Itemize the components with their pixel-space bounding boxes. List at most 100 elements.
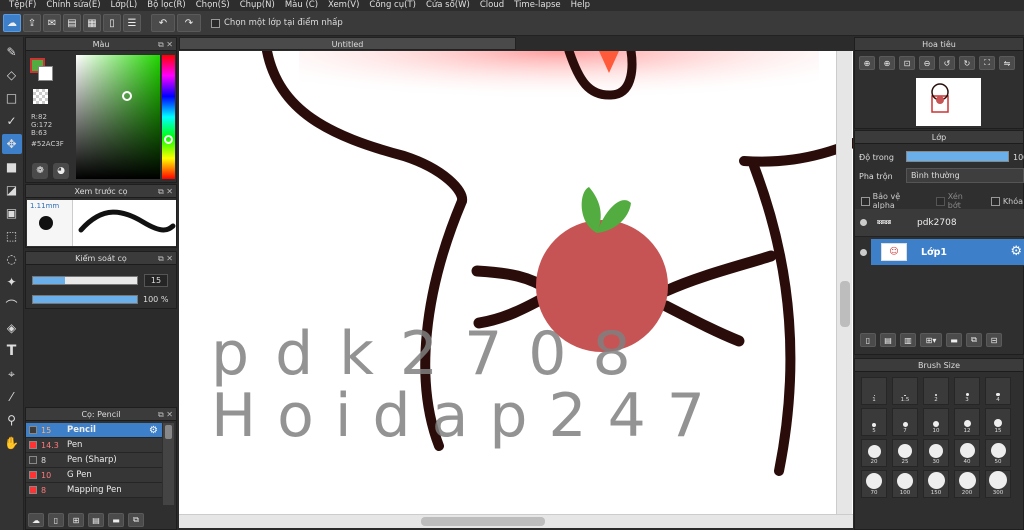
export-icon[interactable]: ⇪ bbox=[23, 14, 41, 32]
fit-icon[interactable]: ⊡ bbox=[899, 56, 915, 70]
panel-controls-icon[interactable]: ⧉ ✕ bbox=[158, 185, 173, 198]
cloud-icon[interactable]: ☁ bbox=[3, 14, 21, 32]
text-tool-icon[interactable]: T bbox=[2, 341, 22, 361]
menu-item[interactable]: Chụp(N) bbox=[235, 0, 280, 11]
menu-item[interactable]: Time-lapse bbox=[509, 0, 566, 11]
clipping-option[interactable]: Xén bớt bbox=[936, 192, 977, 210]
brush-size-option[interactable]: 70 bbox=[861, 470, 887, 498]
brush-size-option[interactable]: 25 bbox=[892, 439, 918, 467]
layer-folder-icon[interactable]: ▬ bbox=[946, 333, 962, 347]
layer-row[interactable]: ʬʬʬʬ pdk2708 bbox=[855, 209, 1024, 237]
brush-opacity-slider[interactable] bbox=[32, 295, 138, 304]
brush-size-option[interactable]: 12 bbox=[954, 408, 980, 436]
hue-slider-knob[interactable] bbox=[164, 135, 173, 144]
add-layer-menu-icon[interactable]: ⊞▾ bbox=[920, 333, 942, 347]
magic-wand-tool-icon[interactable]: ✦ bbox=[2, 272, 22, 292]
brush-list-item[interactable]: 8 Mapping Pen bbox=[26, 483, 162, 498]
operation-tool-icon[interactable]: ⌖ bbox=[2, 364, 22, 384]
brush-size-option[interactable]: 4 bbox=[985, 377, 1011, 405]
zoom-out-icon[interactable]: ⊖ bbox=[919, 56, 935, 70]
menu-item[interactable]: Cloud bbox=[475, 0, 509, 11]
brush-size-option[interactable]: 7 bbox=[892, 408, 918, 436]
zoom-in-alt-icon[interactable]: ⊕ bbox=[879, 56, 895, 70]
marquee-tool-icon[interactable]: ⬚ bbox=[2, 226, 22, 246]
panel-controls-icon[interactable]: ⧉ ✕ bbox=[158, 408, 173, 421]
brush-size-slider[interactable] bbox=[32, 276, 138, 285]
layer-settings-gear-icon[interactable]: ⚙ bbox=[1010, 244, 1022, 259]
brush-size-option[interactable]: 3 bbox=[954, 377, 980, 405]
hue-slider[interactable] bbox=[162, 55, 175, 179]
brush-size-option[interactable]: 5 bbox=[861, 408, 887, 436]
rect-select-tool-icon[interactable]: □ bbox=[2, 88, 22, 108]
brush-list-item[interactable]: 15 Pencil ⚙ bbox=[26, 423, 162, 438]
menu-item[interactable]: Công cụ(T) bbox=[364, 0, 421, 11]
flip-icon[interactable]: ⇋ bbox=[999, 56, 1015, 70]
new-layer-alt-icon[interactable]: ▤ bbox=[880, 333, 896, 347]
new-layer-8bit-icon[interactable]: ▥ bbox=[900, 333, 916, 347]
fullscreen-icon[interactable]: ⛶ bbox=[979, 56, 995, 70]
checklist-icon[interactable]: ☰ bbox=[123, 14, 141, 32]
background-color-swatch[interactable] bbox=[38, 66, 53, 81]
brush-size-option[interactable]: 200 bbox=[954, 470, 980, 498]
hand-tool-icon[interactable]: ✋ bbox=[2, 433, 22, 453]
redo-button[interactable]: ↷ bbox=[177, 14, 201, 32]
divide-tool-icon[interactable]: ⁄ bbox=[2, 387, 22, 407]
sv-picker-knob[interactable] bbox=[122, 91, 132, 101]
add-brush-icon[interactable]: ⊞ bbox=[68, 513, 84, 527]
layer-row-selected[interactable]: ☺ Lớp1 ⚙ bbox=[871, 239, 1024, 265]
duplicate-layer-icon[interactable]: ⧉ bbox=[966, 333, 982, 347]
bucket-tool-icon[interactable]: ◪ bbox=[2, 180, 22, 200]
duplicate-brush-icon[interactable]: ⧉ bbox=[128, 513, 144, 527]
select-layer-at-click-checkbox[interactable] bbox=[211, 18, 220, 28]
layer-opacity-slider[interactable] bbox=[906, 151, 1009, 162]
menu-item[interactable]: Chỉnh sửa(E) bbox=[41, 0, 105, 11]
menu-item[interactable]: Cửa sổ(W) bbox=[421, 0, 475, 11]
lock-option[interactable]: Khóa bbox=[990, 192, 1023, 210]
lock-checkbox[interactable] bbox=[990, 196, 1000, 206]
menu-item[interactable]: Bộ lọc(R) bbox=[142, 0, 191, 11]
drawing-canvas[interactable]: pdk2708 Hoidap247 bbox=[179, 51, 853, 515]
brush-list-item[interactable]: 10 G Pen bbox=[26, 468, 162, 483]
brush-settings-gear-icon[interactable]: ⚙ bbox=[149, 425, 158, 436]
brush-size-option[interactable]: 100 bbox=[892, 470, 918, 498]
palette-icon[interactable]: ◕ bbox=[53, 163, 69, 179]
canvas-vertical-scrollbar[interactable] bbox=[836, 51, 852, 515]
fill-shape-tool-icon[interactable]: ■ bbox=[2, 157, 22, 177]
brush-folder-icon[interactable]: ▬ bbox=[108, 513, 124, 527]
eraser-tool-icon[interactable]: ◇ bbox=[2, 65, 22, 85]
select-eraser-tool-icon[interactable]: ◈ bbox=[2, 318, 22, 338]
merge-layer-icon[interactable]: ⊟ bbox=[986, 333, 1002, 347]
brush-tool-icon[interactable]: ✎ bbox=[2, 42, 22, 62]
select-pen-tool-icon[interactable]: ⌒ bbox=[2, 295, 22, 315]
brush-size-value[interactable]: 15 bbox=[144, 274, 168, 287]
brush-list-scroll-thumb[interactable] bbox=[165, 425, 172, 439]
brush-size-option[interactable]: 2 bbox=[923, 377, 949, 405]
gradient-tool-icon[interactable]: ▣ bbox=[2, 203, 22, 223]
brush-size-option[interactable]: 15 bbox=[985, 408, 1011, 436]
layer-visibility-icon[interactable] bbox=[860, 248, 867, 256]
notes-icon[interactable]: ▤ bbox=[63, 14, 81, 32]
clipping-checkbox[interactable] bbox=[936, 196, 945, 206]
document-icon[interactable]: ▯ bbox=[103, 14, 121, 32]
brush-settings-icon[interactable]: ▤ bbox=[88, 513, 104, 527]
rotate-left-icon[interactable]: ↺ bbox=[939, 56, 955, 70]
color-wheel-icon[interactable]: ❁ bbox=[32, 163, 48, 179]
menu-item[interactable]: Help bbox=[566, 0, 595, 11]
chat-icon[interactable]: ✉ bbox=[43, 14, 61, 32]
new-layer-icon[interactable]: ▯ bbox=[860, 333, 876, 347]
brush-list-item[interactable]: 8 Pen (Sharp) bbox=[26, 453, 162, 468]
brush-list-scrollbar[interactable] bbox=[163, 423, 174, 505]
blend-mode-select[interactable]: Bình thường bbox=[906, 168, 1024, 183]
lasso-tool-icon[interactable]: ◌ bbox=[2, 249, 22, 269]
canvas-tab[interactable]: Untitled bbox=[179, 37, 516, 50]
saturation-value-picker[interactable] bbox=[76, 55, 160, 179]
horizontal-scroll-thumb[interactable] bbox=[421, 517, 545, 526]
select-layer-at-click-option[interactable]: Chọn một lớp tại điểm nhấp bbox=[211, 18, 343, 28]
menu-item[interactable]: Màu (C) bbox=[280, 0, 323, 11]
panel-controls-icon[interactable]: ⧉ ✕ bbox=[158, 38, 173, 51]
layers-icon[interactable]: ▦ bbox=[83, 14, 101, 32]
rotate-right-icon[interactable]: ↻ bbox=[959, 56, 975, 70]
move-tool-icon[interactable]: ✥ bbox=[1, 134, 22, 154]
brush-size-option[interactable]: 1.5 bbox=[892, 377, 918, 405]
canvas-horizontal-scrollbar[interactable] bbox=[179, 514, 853, 528]
